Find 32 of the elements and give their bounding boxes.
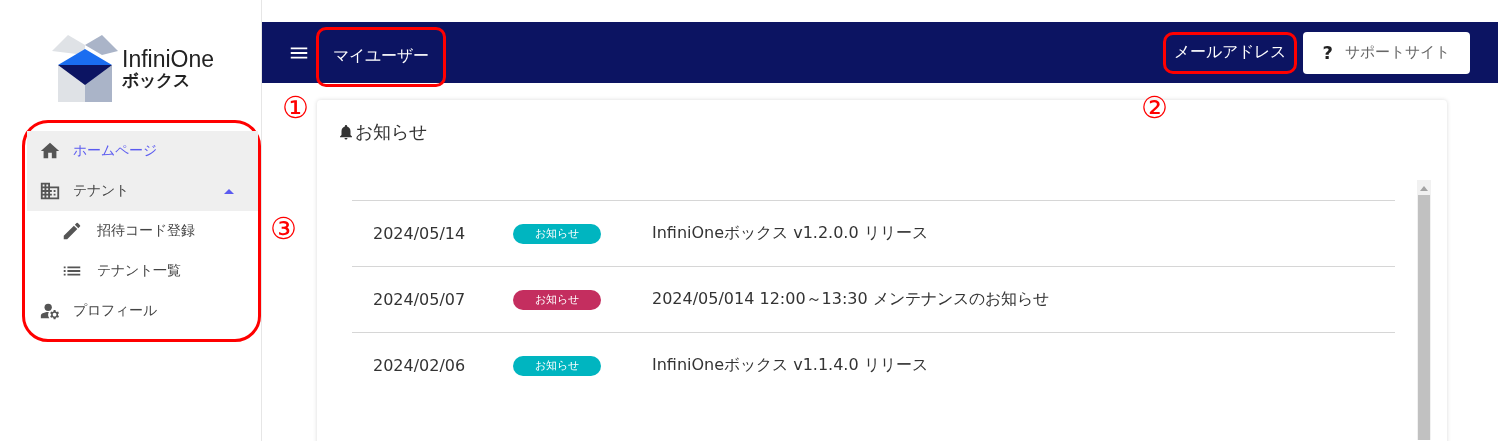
notice-text: 2024/05/014 12:00～13:30 メンテナンスのお知らせ [652,289,1049,310]
notice-tag: お知らせ [513,289,601,310]
pencil-icon [61,220,83,242]
notice-row[interactable]: 2024/02/06 お知らせ InfiniOneボックス v1.1.4.0 リリース [352,332,1395,398]
annotation-number: ② [1141,93,1168,123]
nav-item[interactable]: テナント一覧 [27,251,258,291]
notice-date: 2024/02/06 [372,356,467,375]
logo-icon [52,35,118,102]
notice-text: InfiniOneボックス v1.1.4.0 リリース [652,355,928,376]
nav-item[interactable]: プロフィール [27,291,258,331]
page-title: マイユーザー [333,46,429,67]
logo-name: InfiniOne [122,47,215,71]
notice-date: 2024/05/14 [372,224,467,243]
notice-tag: お知らせ [513,355,601,376]
support-button[interactable]: ? サポートサイト [1302,31,1470,74]
notice-row[interactable]: 2024/05/14 お知らせ InfiniOneボックス v1.2.0.0 リリース [352,200,1395,266]
notice-text: InfiniOneボックス v1.2.0.0 リリース [652,223,928,244]
annotation-number: ③ [270,214,297,244]
notice-row[interactable]: 2024/05/07 お知らせ 2024/05/014 12:00～13:30 メンテナンスのお知らせ [352,266,1395,332]
building-icon [39,180,61,202]
annotation-number: ① [282,93,309,123]
logo-subtitle: ボックス [122,70,191,90]
nav-item[interactable]: ホームページ [27,131,258,171]
nav-item[interactable]: テナント [27,171,258,211]
notice-date: 2024/05/07 [372,290,467,309]
scrollbar[interactable] [1417,180,1431,440]
nav-item[interactable]: 招待コード登録 [27,211,258,251]
card-title: お知らせ [355,120,427,144]
bell-icon [337,123,355,141]
email-label[interactable]: メールアドレス [1173,42,1286,63]
notice-tag: お知らせ [513,223,601,244]
caret-up-icon [224,188,234,194]
